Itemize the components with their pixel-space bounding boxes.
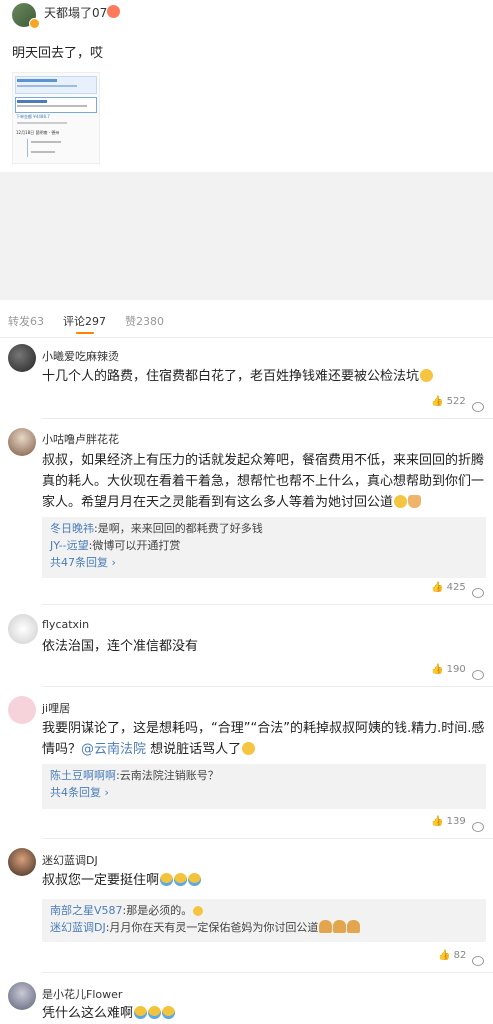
crying-emoji-icon [148, 1006, 162, 1019]
reply-user[interactable]: 南部之星V587 [50, 904, 123, 917]
thumbnail-line2: 下单金额 ¥4488.7 [16, 114, 50, 119]
reply-icon[interactable] [472, 583, 484, 602]
post-image[interactable]: 下单金额 ¥4488.7 12月18日 昆明南 - 德州 [12, 72, 100, 164]
comment-divider [42, 418, 493, 419]
reply-box[interactable]: 冬日晚祎:是啊，来来回回的都耗费了好多钱 JY--远望:微博可以开通打赏 共47… [42, 517, 486, 578]
comment-divider [42, 686, 493, 687]
comment-username[interactable]: 小咕噜卢胖花花 [42, 431, 119, 447]
like-count: 139 [446, 816, 466, 827]
thumbnail-line1: 12月18日 昆明南 - 德州 [16, 130, 60, 135]
reply-icon[interactable] [472, 817, 484, 836]
tabs-divider [0, 337, 493, 338]
face-emoji-icon [394, 495, 408, 508]
pray-emoji-icon [333, 920, 347, 933]
crying-emoji-icon [188, 873, 202, 886]
like-button[interactable]: 👍 139 [431, 816, 466, 827]
comment-text: 凭什么这么难啊 [42, 1003, 176, 1024]
reply-item: JY--远望:微博可以开通打赏 [50, 539, 181, 552]
like-button[interactable]: 👍 522 [431, 396, 466, 407]
reply-box[interactable]: 陈土豆啊啊啊:云南法院注销账号？ 共4条回复 › [42, 764, 486, 809]
comment-divider [42, 972, 493, 973]
avatar[interactable] [8, 344, 36, 372]
smile-emoji-icon [242, 742, 256, 755]
reply-item: 陈土豆啊啊啊:云南法院注销账号？ [50, 769, 219, 782]
avatar[interactable] [8, 848, 36, 876]
post-username[interactable]: 天都塌了07 [44, 4, 107, 21]
hand-emoji-icon [408, 495, 422, 508]
comment-username[interactable]: 是小花儿Flower [42, 986, 122, 1002]
comment-text: 我要阴谋论了，这是想耗吗，“合理”“合法”的耗掉叔叔阿姨的钱.精力.时间.感情吗… [42, 721, 485, 757]
reply-user[interactable]: 陈土豆啊啊啊 [50, 769, 116, 782]
comment-text: 十几个人的路费，住宿费都白花了，老百姓挣钱难还要被公检法坑 [42, 366, 482, 387]
smirk-emoji-icon [420, 369, 434, 382]
more-replies-link[interactable]: 共47条回复 › [42, 554, 486, 571]
avatar[interactable] [8, 696, 36, 724]
tab-repost[interactable]: 转发63 [8, 313, 44, 329]
like-count: 425 [446, 582, 466, 593]
reply-user[interactable]: 迷幻蓝调DJ [50, 921, 106, 934]
reply-icon[interactable] [472, 951, 484, 970]
thumb-up-icon: 👍 [431, 816, 444, 827]
crying-emoji-icon [134, 1006, 148, 1019]
crying-emoji-icon [160, 873, 174, 886]
comment-text: 依法治国，连个准信都没有 [42, 639, 199, 654]
reply-icon[interactable] [472, 397, 484, 416]
more-replies-link[interactable]: 共4条回复 › [42, 784, 486, 801]
mention-link[interactable]: @云南法院 [81, 742, 146, 757]
comment-username[interactable]: ji哩居 [42, 700, 70, 716]
reply-icon[interactable] [472, 665, 484, 684]
fan-badge-icon [107, 5, 120, 18]
crying-emoji-icon [174, 873, 188, 886]
tab-comment-underline [76, 332, 94, 334]
comment-text: 叔叔您一定要挺住啊 [42, 870, 202, 891]
vip-badge-icon [29, 18, 40, 29]
reply-box[interactable]: 南部之星V587:那是必须的。 迷幻蓝调DJ:月月你在天有灵一定保佑爸妈为你讨回… [42, 899, 486, 942]
media-placeholder [0, 172, 493, 300]
avatar[interactable] [8, 982, 36, 1010]
reply-item: 南部之星V587:那是必须的。 [42, 902, 486, 919]
tab-comment[interactable]: 评论297 [63, 313, 106, 329]
crying-emoji-icon [162, 1006, 176, 1019]
thumb-up-icon: 👍 [438, 950, 451, 961]
avatar[interactable] [8, 428, 36, 456]
reply-user[interactable]: JY--远望 [50, 539, 89, 552]
comment-username[interactable]: flycatxin [42, 618, 89, 631]
like-button[interactable]: 👍 82 [438, 950, 466, 961]
post-text: 明天回去了，哎 [12, 46, 104, 61]
pray-emoji-icon [347, 920, 361, 933]
thumb-up-icon: 👍 [431, 664, 444, 675]
avatar[interactable] [8, 614, 38, 644]
like-count: 82 [453, 950, 467, 961]
tab-like[interactable]: 赞2380 [125, 313, 164, 329]
like-button[interactable]: 👍 190 [431, 664, 466, 675]
reply-item: 迷幻蓝调DJ:月月你在天有灵一定保佑爸妈为你讨回公道 [42, 919, 486, 936]
like-count: 190 [446, 664, 466, 675]
thumb-up-icon: 👍 [431, 396, 444, 407]
thumb-up-icon: 👍 [431, 582, 444, 593]
like-count: 522 [446, 396, 466, 407]
comment-username[interactable]: 小曦爱吃麻辣烫 [42, 348, 119, 364]
like-button[interactable]: 👍 425 [431, 582, 466, 593]
comment-divider [42, 604, 493, 605]
comment-username[interactable]: 迷幻蓝调DJ [42, 852, 98, 868]
pray-emoji-icon [319, 920, 333, 933]
reply-user[interactable]: 冬日晚祎 [50, 522, 94, 535]
comment-divider [42, 838, 493, 839]
face-emoji-icon [193, 906, 204, 916]
comment-text: 叔叔，如果经济上有压力的话就发起众筹吧，餐宿费用不低，来来回回的折腾真的耗人。大… [42, 453, 485, 510]
reply-item: 冬日晚祎:是啊，来来回回的都耗费了好多钱 [50, 522, 263, 535]
